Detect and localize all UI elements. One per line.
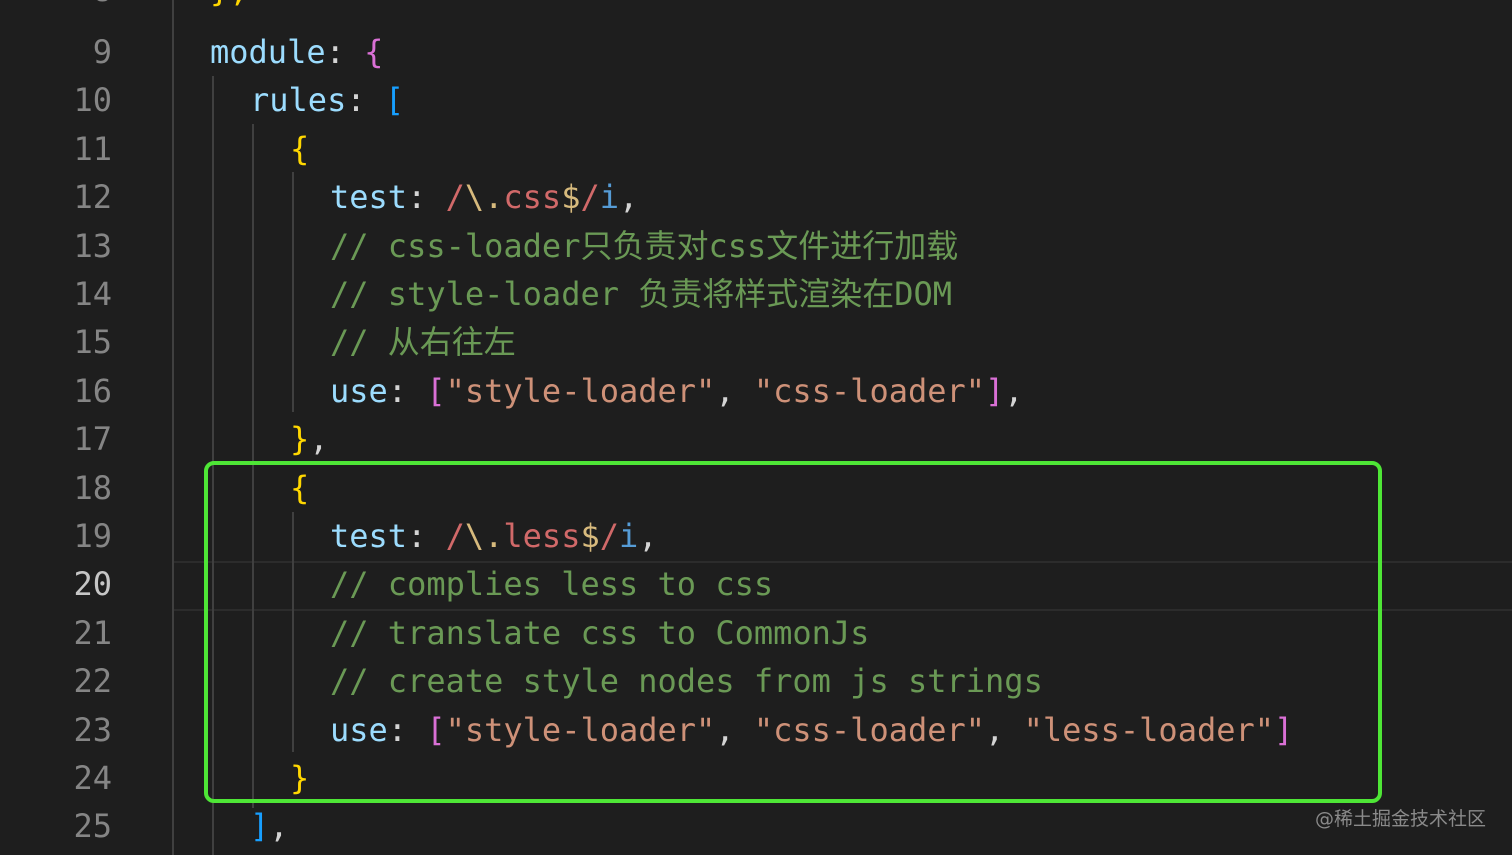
code-line: 13 // css-loader只负责对css文件进行加载: [0, 222, 1512, 270]
code-token: use: [330, 371, 388, 410]
code-token: :: [407, 178, 446, 217]
code-token: [: [426, 371, 446, 410]
code-token: {: [364, 33, 384, 71]
code-token: ,: [1004, 371, 1024, 410]
line-number: 19: [73, 517, 112, 555]
line-number: 18: [73, 468, 112, 507]
code-line: 9 module: {: [0, 28, 1512, 76]
line-code: use: ["style-loader", "css-loader"],: [330, 367, 1024, 415]
line-number: 22: [73, 662, 112, 701]
line-number: 24: [73, 759, 112, 797]
code-line: 25],: [0, 802, 1512, 850]
code-line: 14 // style-loader 负责将样式渲染在DOM: [0, 270, 1512, 318]
code-token: ,: [269, 807, 289, 846]
line-code: rules: [: [250, 76, 404, 124]
line-code: },: [290, 415, 329, 463]
code-token: /: [445, 178, 465, 217]
code-token: "style-loader": [445, 371, 716, 410]
line-code: ],: [250, 802, 289, 850]
line-number: 23: [73, 710, 112, 749]
line-number: 17: [73, 420, 112, 459]
watermark: @稀土掘金技术社区: [1314, 808, 1486, 830]
code-token: module: [210, 33, 326, 71]
code-token: ]: [985, 371, 1005, 410]
code-token: ,: [715, 371, 754, 410]
line-code: // style-loader 负责将样式渲染在DOM: [330, 270, 952, 318]
line-number: 21: [73, 613, 112, 652]
code-token: // style-loader 负责将样式渲染在DOM: [330, 275, 953, 313]
code-token: }: [290, 420, 310, 459]
code-token: \.: [464, 178, 504, 217]
line-number: 9: [92, 33, 112, 71]
line-number: 11: [73, 129, 112, 168]
code-line: 10 rules: [: [0, 76, 1512, 124]
code-token: rules: [250, 81, 347, 120]
code-line: 12 test: /\.css$/i,: [0, 173, 1512, 221]
line-code: test: /\.css$/i,: [330, 173, 638, 221]
code-token: :: [346, 81, 385, 120]
highlight-box: [204, 461, 1382, 803]
line-number: 12: [73, 178, 112, 217]
line-code: module: {: [210, 28, 383, 76]
code-token: /: [580, 178, 600, 217]
code-token: ,: [309, 420, 329, 459]
code-line: 11 {: [0, 125, 1512, 173]
code-token: :: [387, 371, 427, 410]
code-line: 15 // 从右往左: [0, 318, 1512, 366]
line-number: 15: [73, 323, 112, 362]
line-number: 16: [73, 371, 112, 410]
code-token: // css-loader只负责对css文件进行加载: [330, 226, 959, 265]
line-code: // css-loader只负责对css文件进行加载: [330, 222, 958, 270]
line-code: {: [290, 125, 309, 173]
line-number: 8: [0, 0, 112, 14]
line-number: 20: [73, 565, 112, 604]
code-line-partial: 8 },: [0, 0, 1512, 14]
line-number: 25: [73, 807, 112, 846]
code-token: test: [330, 178, 408, 217]
code-line: 17},: [0, 415, 1512, 463]
code-editor[interactable]: 8 }, 9module: {10rules: [11{12test: /\.c…: [0, 0, 1512, 855]
line-code: // 从右往左: [330, 318, 516, 366]
code-token: ,: [618, 178, 639, 217]
line-code: },: [210, 0, 249, 14]
code-line: 16 use: ["style-loader", "css-loader"],: [0, 367, 1512, 415]
code-token: i: [599, 178, 619, 217]
code-token: {: [290, 129, 310, 168]
code-token: :: [325, 33, 365, 71]
line-number: 10: [73, 81, 112, 120]
line-number: 14: [73, 275, 112, 313]
line-number: 13: [73, 226, 112, 265]
code-token: [: [384, 81, 405, 120]
code-token: ]: [250, 807, 270, 846]
code-token: "css-loader": [753, 371, 986, 410]
code-token: // 从右往左: [330, 323, 516, 362]
code-token: css: [503, 178, 562, 217]
code-token: $: [561, 178, 581, 217]
